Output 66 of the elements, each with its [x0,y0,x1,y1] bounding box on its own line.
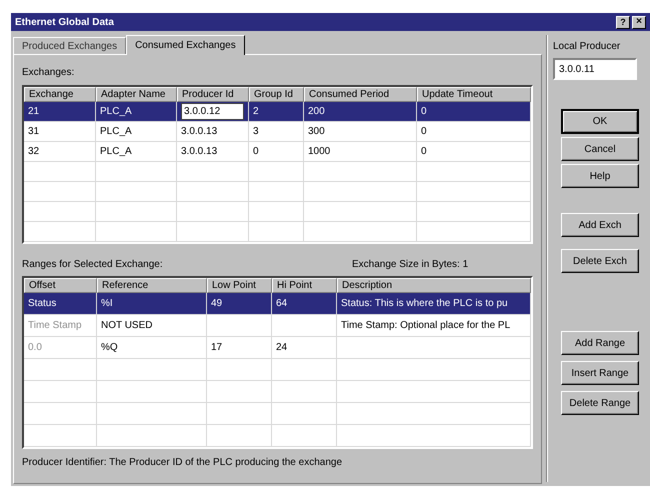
dialog-button[interactable]: Delete Range [561,391,639,415]
table-cell-text: 2 [253,105,259,119]
close-button[interactable]: × [632,16,646,28]
table-row[interactable]: 0.0 %Q 17 24 [24,337,531,359]
table-cell-text: 0.0 [28,341,42,355]
table-cell-text: PLC_A [100,145,132,159]
table-cell-text: 21 [28,105,40,119]
dialog-button[interactable]: Help [561,164,639,188]
section-label: Ranges for Selected Exchange: [22,258,164,272]
table-row[interactable]: 31 PLC_A 3.0.0.13 3 300 0 [24,122,531,142]
table-cell-text: 0 [421,125,427,139]
section-label: Exchanges: [22,66,76,80]
table-cell-text: 49 [211,297,222,311]
tab[interactable]: Produced Exchanges [13,37,126,54]
dialog-button[interactable]: Cancel [561,137,639,161]
column-header[interactable]: Consumed Period [304,87,417,102]
column-header[interactable]: Description [337,278,531,293]
dialog-button[interactable]: Delete Exch [561,249,639,273]
cell-edit-field[interactable]: 3.0.0.12 [181,103,244,120]
table-cell-text: Status [28,297,56,311]
local-producer-label: Local Producer [553,40,622,54]
table-cell-text: 300 [308,125,325,139]
table-row[interactable]: 21 PLC_A 3.0.0.12 2 200 0 [24,102,531,122]
table-cell-text: 3.0.0.13 [181,125,218,139]
table-cell-text: %Q [101,341,118,355]
table-cell-text: 0 [421,145,427,159]
window-title: Ethernet Global Data [15,16,114,30]
table-cell-text: 3.0.0.13 [181,145,218,159]
table-cell-text: 24 [276,341,288,355]
help-button[interactable]: ? [616,16,630,28]
local-producer-field[interactable]: 3.0.0.11 [553,58,637,80]
table-cell-text: 17 [211,341,222,355]
exchange-size-text: Exchange Size in Bytes: 1 [352,258,468,272]
table-cell-text: Time Stamp [28,319,82,333]
table-cell-text: PLC_A [100,125,132,139]
table-cell-text: %I [101,297,113,311]
column-header[interactable]: Adapter Name [96,87,177,102]
dialog-button[interactable]: OK [561,109,639,134]
table-cell-text: 0 [421,105,427,119]
table-row[interactable]: 32 PLC_A 3.0.0.13 0 1000 0 [24,142,531,162]
tab[interactable]: Consumed Exchanges [126,35,245,55]
table-cell-text: PLC_A [100,105,132,119]
table-cell-text: 3 [253,125,259,139]
column-header[interactable]: Producer Id [177,87,249,102]
table-cell-text: 32 [28,145,40,159]
table-cell-text: 64 [276,297,288,311]
column-header[interactable]: Group Id [249,87,304,102]
dialog-button[interactable]: Add Range [561,331,639,355]
table-row[interactable]: Status %I 49 64 Status: This is where the PLC is to pu [24,293,531,315]
column-header[interactable]: Update Timeout [417,87,531,102]
column-header[interactable]: Exchange [24,87,96,102]
status-text: Producer Identifier: The Producer ID of the PLC producing the exchange [22,456,344,470]
column-header[interactable]: Offset [24,278,97,293]
column-header[interactable]: Low Point [207,278,272,293]
table-cell-text: 200 [308,105,325,119]
table-cell-text: 31 [28,125,40,139]
dialog-button[interactable]: Add Exch [561,213,639,237]
column-header[interactable]: Hi Point [272,278,337,293]
dialog-button[interactable]: Insert Range [561,361,639,385]
table-cell-text: Time Stamp: Optional place for the PL [341,319,510,333]
table-cell-text: 0 [253,145,259,159]
table-cell-text: Status: This is where the PLC is to pu [341,297,508,311]
table-cell-text: NOT USED [101,319,152,333]
column-header[interactable]: Reference [97,278,207,293]
table-row[interactable]: Time Stamp NOT USED Time Stamp: Optional place for the PL [24,315,531,337]
table-cell-text: 1000 [308,145,330,159]
